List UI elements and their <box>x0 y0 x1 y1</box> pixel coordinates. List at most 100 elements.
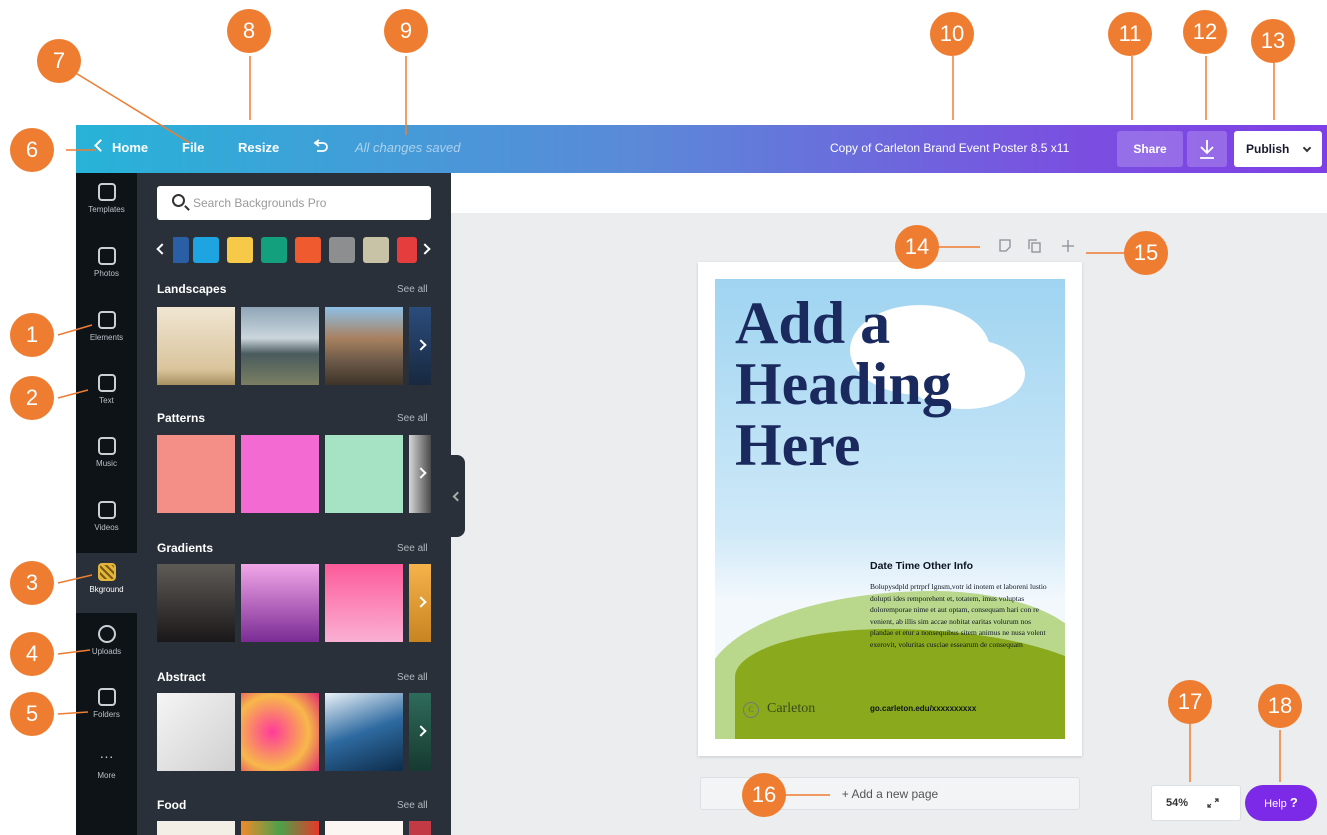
document-title[interactable]: Copy of Carleton Brand Event Poster 8.5 … <box>830 141 1069 155</box>
more-icon: ··· <box>99 748 114 764</box>
music-icon <box>97 437 116 455</box>
see-all-gradients[interactable]: See all <box>397 543 428 554</box>
food-thumb[interactable] <box>157 821 235 835</box>
canvas-top-strip <box>451 173 1327 213</box>
callout-badge: 6 <box>10 128 54 172</box>
callout-badge: 3 <box>10 561 54 605</box>
poster[interactable]: Add a Heading Here Date Time Other Info … <box>715 279 1065 739</box>
section-title-gradients: Gradients <box>157 541 214 555</box>
landscape-thumb[interactable] <box>325 307 403 385</box>
landscape-thumb[interactable] <box>241 307 319 385</box>
design-page[interactable]: Add a Heading Here Date Time Other Info … <box>698 262 1082 756</box>
gradient-thumb[interactable] <box>325 564 403 642</box>
pattern-thumb[interactable] <box>325 435 403 513</box>
background-icon <box>97 563 116 581</box>
chevron-left-icon[interactable] <box>94 139 107 152</box>
side-rail: Templates Photos Elements Text Music Vid… <box>76 173 137 835</box>
abstract-thumb[interactable] <box>157 693 235 771</box>
file-menu[interactable]: File <box>182 140 204 155</box>
abstract-thumb[interactable] <box>409 693 431 771</box>
rail-item-videos[interactable]: Videos <box>76 491 137 551</box>
poster-url[interactable]: go.carleton.edu/xxxxxxxxxx <box>870 704 976 713</box>
food-thumb[interactable] <box>241 821 319 835</box>
swatch-prev-icon[interactable] <box>156 243 168 255</box>
poster-body-text[interactable]: Bolupysdpld prtrprf lgnsm,votr id inotem… <box>870 581 1050 650</box>
poster-logo-text[interactable]: Carleton <box>767 701 815 717</box>
chevron-right-icon[interactable] <box>415 339 427 351</box>
chevron-right-icon[interactable] <box>415 467 427 479</box>
search-input[interactable] <box>193 186 423 220</box>
poster-heading[interactable]: Add a Heading Here <box>735 293 1055 476</box>
gradient-thumb[interactable] <box>157 564 235 642</box>
color-swatch[interactable] <box>261 237 287 263</box>
color-swatch[interactable] <box>173 237 189 263</box>
food-thumb[interactable] <box>325 821 403 835</box>
callout-badge: 12 <box>1183 10 1227 54</box>
color-swatch[interactable] <box>193 237 219 263</box>
search-box[interactable] <box>157 186 431 220</box>
gradient-thumb[interactable] <box>241 564 319 642</box>
poster-date-line[interactable]: Date Time Other Info <box>870 560 973 572</box>
chevron-right-icon[interactable] <box>415 596 427 608</box>
rail-item-uploads[interactable]: Uploads <box>76 615 137 675</box>
color-swatch[interactable] <box>295 237 321 263</box>
photos-icon <box>97 247 116 265</box>
rail-label: Elements <box>89 333 124 342</box>
rail-label: Uploads <box>91 647 122 656</box>
gradient-thumb[interactable] <box>409 564 431 642</box>
see-all-abstract[interactable]: See all <box>397 672 428 683</box>
download-button[interactable] <box>1187 131 1227 167</box>
zoom-control[interactable]: 54% <box>1151 785 1241 821</box>
callout-badge: 9 <box>384 9 428 53</box>
landscape-thumb[interactable] <box>157 307 235 385</box>
help-button[interactable]: Help ? <box>1245 785 1317 821</box>
undo-icon[interactable] <box>310 137 330 157</box>
abstract-thumb[interactable] <box>241 693 319 771</box>
rail-item-text[interactable]: Text <box>76 364 137 424</box>
elements-icon <box>97 311 116 329</box>
add-page-icon[interactable] <box>1062 240 1074 252</box>
chevron-right-icon[interactable] <box>415 725 427 737</box>
rail-item-more[interactable]: ··· More <box>76 739 137 799</box>
section-title-patterns: Patterns <box>157 411 206 425</box>
see-all-landscapes[interactable]: See all <box>397 284 428 295</box>
pattern-thumb[interactable] <box>241 435 319 513</box>
resize-button[interactable]: Resize <box>238 140 279 155</box>
folders-icon <box>97 688 116 706</box>
search-icon <box>172 194 185 207</box>
pattern-thumb[interactable] <box>157 435 235 513</box>
rail-item-background[interactable]: Bkground <box>76 553 137 613</box>
callout-badge: 7 <box>37 39 81 83</box>
color-swatch[interactable] <box>397 237 417 263</box>
section-title-abstract: Abstract <box>157 670 206 684</box>
abstract-thumb[interactable] <box>325 693 403 771</box>
save-status: All changes saved <box>355 140 461 155</box>
food-thumb[interactable] <box>409 821 431 835</box>
help-label: Help <box>1264 798 1287 810</box>
color-swatch[interactable] <box>329 237 355 263</box>
share-button[interactable]: Share <box>1117 131 1183 167</box>
swatch-next-icon[interactable] <box>419 243 431 255</box>
duplicate-page-icon[interactable] <box>1028 239 1041 253</box>
pattern-thumb[interactable] <box>409 435 431 513</box>
rail-item-photos[interactable]: Photos <box>76 237 137 297</box>
color-swatch[interactable] <box>363 237 389 263</box>
rail-item-templates[interactable]: Templates <box>76 173 137 233</box>
rail-label: Templates <box>88 205 125 214</box>
expand-icon[interactable] <box>1207 798 1219 808</box>
screenshot-root: Home File Resize All changes saved Copy … <box>0 0 1327 835</box>
landscape-thumb[interactable] <box>409 307 431 385</box>
see-all-patterns[interactable]: See all <box>397 413 428 424</box>
rail-item-folders[interactable]: Folders <box>76 678 137 738</box>
callout-badge: 1 <box>10 313 54 357</box>
uploads-icon <box>97 625 116 643</box>
rail-item-music[interactable]: Music <box>76 427 137 487</box>
home-button[interactable]: Home <box>112 140 148 155</box>
note-icon[interactable] <box>999 239 1011 252</box>
backgrounds-panel: Landscapes See all Patterns See all Grad… <box>137 173 451 835</box>
publish-button[interactable]: Publish <box>1234 131 1322 167</box>
color-swatch[interactable] <box>227 237 253 263</box>
see-all-food[interactable]: See all <box>397 800 428 811</box>
rail-label: Photos <box>94 269 119 278</box>
rail-item-elements[interactable]: Elements <box>76 301 137 361</box>
